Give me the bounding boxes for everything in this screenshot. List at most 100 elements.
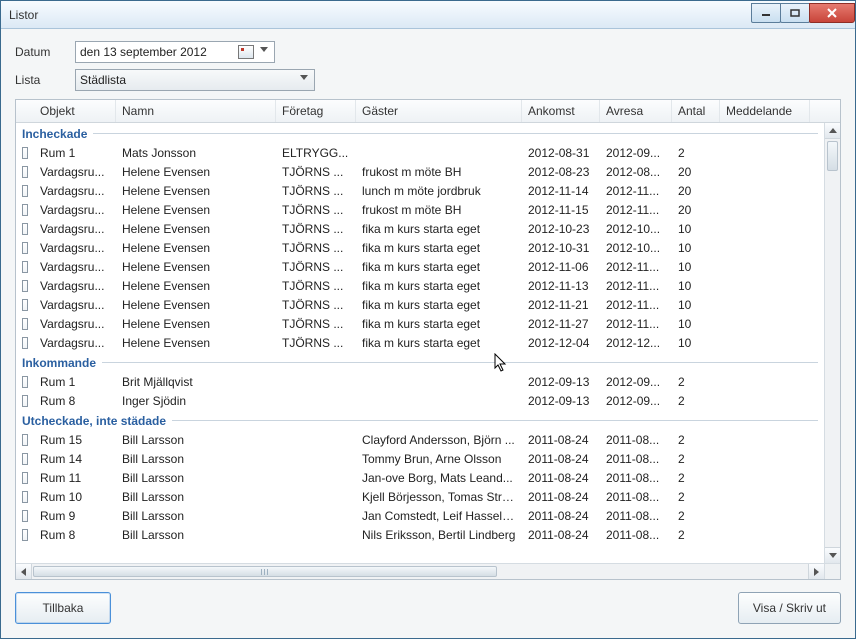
cell-meddelande [720,247,810,249]
col-namn[interactable]: Namn [116,100,276,122]
table-row[interactable]: Rum 11Bill LarssonJan-ove Borg, Mats Lea… [16,468,824,487]
cell-meddelande [720,515,810,517]
row-checkbox[interactable] [22,223,28,235]
cell-meddelande [720,534,810,536]
scroll-left-button[interactable] [16,564,32,579]
row-checkbox[interactable] [22,529,28,541]
group-header[interactable]: Inkommande [16,352,824,372]
cell-namn: Helene Evensen [116,335,276,351]
scroll-down-button[interactable] [825,547,840,563]
scroll-right-button[interactable] [808,564,824,579]
cell-antal: 2 [672,145,720,161]
table-row[interactable]: Rum 15Bill LarssonClayford Andersson, Bj… [16,430,824,449]
col-antal[interactable]: Antal [672,100,720,122]
table-row[interactable]: Vardagsru...Helene EvensenTJÖRNS ...fika… [16,276,824,295]
cell-antal: 10 [672,297,720,313]
cell-ankomst: 2012-11-27 [522,316,600,332]
cell-namn: Helene Evensen [116,183,276,199]
cell-objekt: Vardagsru... [34,240,116,256]
cell-meddelande [720,458,810,460]
vertical-scrollbar[interactable] [824,123,840,563]
row-checkbox[interactable] [22,472,28,484]
horizontal-scroll-thumb[interactable] [33,566,497,577]
table-row[interactable]: Rum 9Bill LarssonJan Comstedt, Leif Hass… [16,506,824,525]
table-row[interactable]: Vardagsru...Helene EvensenTJÖRNS ...fika… [16,333,824,352]
table-row[interactable]: Vardagsru...Helene EvensenTJÖRNS ...fruk… [16,162,824,181]
cell-meddelande [720,285,810,287]
cell-objekt: Vardagsru... [34,202,116,218]
table-row[interactable]: Vardagsru...Helene EvensenTJÖRNS ...fika… [16,257,824,276]
row-checkbox[interactable] [22,337,28,349]
date-picker[interactable]: den 13 september 2012 [75,41,275,63]
row-checkbox[interactable] [22,318,28,330]
row-checkbox[interactable] [22,453,28,465]
cell-gaster [356,400,522,402]
cell-objekt: Vardagsru... [34,164,116,180]
row-checkbox[interactable] [22,280,28,292]
row-checkbox[interactable] [22,395,28,407]
table-row[interactable]: Vardagsru...Helene EvensenTJÖRNS ...lunc… [16,181,824,200]
row-checkbox[interactable] [22,510,28,522]
col-meddelande[interactable]: Meddelande [720,100,810,122]
cell-foretag: TJÖRNS ... [276,183,356,199]
scroll-up-button[interactable] [825,123,840,139]
table-row[interactable]: Vardagsru...Helene EvensenTJÖRNS ...fika… [16,219,824,238]
cell-avresa: 2012-09... [600,374,672,390]
row-checkbox[interactable] [22,166,28,178]
cell-objekt: Vardagsru... [34,335,116,351]
content-area: Datum den 13 september 2012 Lista Städli… [1,29,855,638]
vertical-scroll-thumb[interactable] [827,141,838,171]
col-avresa[interactable]: Avresa [600,100,672,122]
cell-ankomst: 2012-09-13 [522,393,600,409]
cell-avresa: 2012-11... [600,183,672,199]
horizontal-scrollbar[interactable] [16,563,824,579]
cell-gaster: fika m kurs starta eget [356,259,522,275]
cell-meddelande [720,323,810,325]
cell-gaster: fika m kurs starta eget [356,316,522,332]
group-header[interactable]: Utcheckade, inte städade [16,410,824,430]
cell-objekt: Rum 1 [34,374,116,390]
cell-objekt: Rum 14 [34,451,116,467]
table-row[interactable]: Rum 14Bill LarssonTommy Brun, Arne Olsso… [16,449,824,468]
table-row[interactable]: Vardagsru...Helene EvensenTJÖRNS ...fika… [16,295,824,314]
table-row[interactable]: Vardagsru...Helene EvensenTJÖRNS ...fika… [16,238,824,257]
row-checkbox[interactable] [22,147,28,159]
table-row[interactable]: Rum 8Bill LarssonNils Eriksson, Bertil L… [16,525,824,544]
group-header[interactable]: Incheckade [16,123,824,143]
table-row[interactable]: Rum 1Mats JonssonELTRYGG...2012-08-31201… [16,143,824,162]
row-checkbox[interactable] [22,434,28,446]
row-checkbox[interactable] [22,261,28,273]
table-row[interactable]: Rum 8Inger Sjödin2012-09-132012-09...2 [16,391,824,410]
cell-objekt: Rum 1 [34,145,116,161]
cell-ankomst: 2012-11-15 [522,202,600,218]
row-checkbox[interactable] [22,185,28,197]
minimize-button[interactable] [751,3,781,23]
cell-avresa: 2012-10... [600,221,672,237]
cell-namn: Bill Larsson [116,489,276,505]
col-ankomst[interactable]: Ankomst [522,100,600,122]
back-button[interactable]: Tillbaka [15,592,111,624]
row-checkbox[interactable] [22,242,28,254]
row-checkbox[interactable] [22,491,28,503]
row-checkbox[interactable] [22,376,28,388]
table-row[interactable]: Rum 1Brit Mjällqvist2012-09-132012-09...… [16,372,824,391]
cell-gaster: Tommy Brun, Arne Olsson [356,451,522,467]
cell-namn: Helene Evensen [116,202,276,218]
col-objekt[interactable]: Objekt [34,100,116,122]
col-gaster[interactable]: Gäster [356,100,522,122]
cell-antal: 20 [672,183,720,199]
calendar-icon [238,45,254,59]
table-row[interactable]: Vardagsru...Helene EvensenTJÖRNS ...fika… [16,314,824,333]
row-checkbox[interactable] [22,299,28,311]
list-combobox[interactable]: Städlista [75,69,315,91]
col-foretag[interactable]: Företag [276,100,356,122]
cell-gaster: frukost m möte BH [356,202,522,218]
table-row[interactable]: Rum 10Bill LarssonKjell Börjesson, Tomas… [16,487,824,506]
row-checkbox[interactable] [22,204,28,216]
cell-namn: Helene Evensen [116,240,276,256]
close-button[interactable] [809,3,855,23]
maximize-button[interactable] [780,3,810,23]
print-button[interactable]: Visa / Skriv ut [738,592,841,624]
table-row[interactable]: Vardagsru...Helene EvensenTJÖRNS ...fruk… [16,200,824,219]
cell-meddelande [720,381,810,383]
